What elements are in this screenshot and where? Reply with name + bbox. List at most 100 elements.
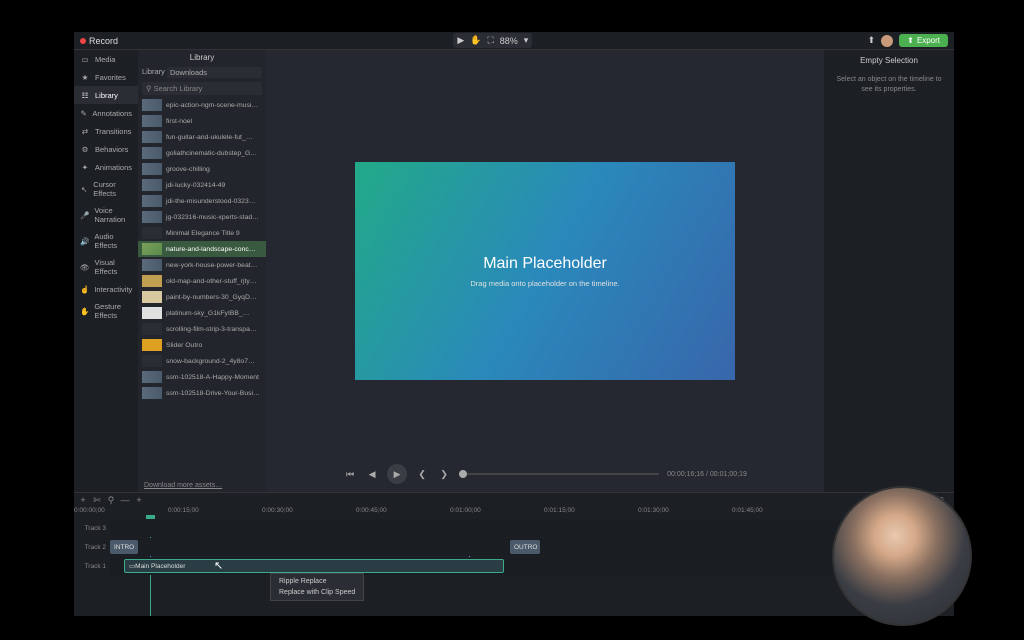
ruler-tick: 0:00:00;00 [74, 507, 105, 514]
list-item[interactable]: groove-chilling [138, 161, 266, 177]
list-item[interactable]: Slider Outro [138, 337, 266, 353]
prev-edge-button[interactable]: ⏮ [343, 467, 357, 481]
audio-icon: 🔊 [80, 236, 89, 246]
sidebar-item-favorites[interactable]: ★Favorites [74, 68, 138, 86]
list-item[interactable]: ssm-102518-Drive-Your-Busi… [138, 385, 266, 401]
step-fwd-button[interactable]: ❮ [415, 467, 429, 481]
video-thumb-icon [142, 227, 162, 239]
main-area: ▭Media ★Favorites ☷Library ✎Annotations … [74, 50, 954, 492]
behavior-icon: ⚙ [80, 144, 90, 154]
library-select-label: Library [142, 67, 165, 78]
clip-intro[interactable]: INTRO [110, 540, 138, 554]
clip-outro[interactable]: OUTRO [510, 540, 540, 554]
list-item[interactable]: first-noel [138, 113, 266, 129]
library-title: Library [138, 50, 266, 65]
waveform-thumb-icon [142, 179, 162, 191]
sidebar-item-media[interactable]: ▭Media [74, 50, 138, 68]
gesture-icon: ✋ [80, 306, 89, 316]
list-item[interactable]: jdi-lucky-032414-49 [138, 177, 266, 193]
image-thumb-icon [142, 323, 162, 335]
track-label[interactable]: Track 3 [74, 525, 110, 532]
track-lane[interactable]: INTRO OUTRO [110, 538, 954, 556]
list-item[interactable]: old-map-and-other-stuff_rjty… [138, 273, 266, 289]
timeline-ruler[interactable]: 0:00:00;00 0:00:15;00 0:00:30;00 0:00:45… [74, 507, 954, 519]
library-panel: Library Library Downloads ⚲ Search Libra… [138, 50, 266, 492]
sidebar-item-visual-effects[interactable]: 👁Visual Effects [74, 254, 138, 280]
sidebar-item-interactivity[interactable]: ☝Interactivity [74, 280, 138, 298]
list-item[interactable]: nature-and-landscape-conc… [138, 241, 266, 257]
track-label[interactable]: Track 2 [74, 544, 110, 551]
video-thumb-icon [142, 339, 162, 351]
zoom-slider[interactable]: — [120, 495, 130, 505]
list-item[interactable]: scrolling-film-strip-3-transpa… [138, 321, 266, 337]
track-lane[interactable] [110, 519, 954, 537]
record-dot-icon [80, 38, 86, 44]
pointer-tool-icon[interactable]: ▶ [457, 35, 464, 46]
list-item[interactable]: fun-guitar-and-ukulele-fut_… [138, 129, 266, 145]
list-item[interactable]: paint-by-numbers-30_GyqD… [138, 289, 266, 305]
properties-panel: Empty Selection Select an object on the … [824, 50, 954, 492]
add-track-button[interactable]: + [78, 495, 88, 505]
download-more-link[interactable]: Download more assets… [138, 479, 266, 492]
user-avatar[interactable] [881, 35, 893, 47]
timeline-toolbar: + ✄ ⚲ — + 0:00;15;15 [74, 493, 954, 507]
sidebar-item-animations[interactable]: ✦Animations [74, 158, 138, 176]
list-item[interactable]: epic-action-ngm-scene-musi… [138, 97, 266, 113]
mic-icon: 🎤 [80, 210, 89, 220]
track-lane[interactable]: ▭ Main Placeholder [110, 557, 954, 575]
step-back-button[interactable]: ◀ [365, 467, 379, 481]
chevron-down-icon[interactable]: ▾ [524, 35, 529, 46]
sidebar-item-behaviors[interactable]: ⚙Behaviors [74, 140, 138, 158]
list-item[interactable]: jdi-the-misunderstood-0323… [138, 193, 266, 209]
waveform-thumb-icon [142, 195, 162, 207]
next-edge-button[interactable]: ❯ [437, 467, 451, 481]
library-dropdown[interactable]: Downloads [167, 67, 262, 78]
ruler-tick: 0:01:15;00 [544, 507, 575, 514]
image-thumb-icon [142, 355, 162, 367]
toolbar-right: ⬆ ⬆ Export [868, 34, 948, 47]
hand-tool-icon[interactable]: ✋ [470, 35, 481, 46]
library-search-input[interactable]: ⚲ Search Library [142, 82, 262, 95]
preview-canvas[interactable]: Main Placeholder Drag media onto placeho… [355, 162, 735, 380]
sidebar-item-cursor-effects[interactable]: ↖Cursor Effects [74, 176, 138, 202]
clip-placeholder[interactable]: ▭ Main Placeholder [124, 559, 504, 573]
list-item[interactable]: ssm-102518-A-Happy-Moment [138, 369, 266, 385]
zoom-out-button[interactable]: ⚲ [106, 495, 116, 505]
record-label: Record [89, 36, 118, 46]
sidebar-item-gesture-effects[interactable]: ✋Gesture Effects [74, 298, 138, 324]
placeholder-title: Main Placeholder [483, 255, 607, 273]
play-button[interactable]: ▶ [387, 464, 407, 484]
timeline-tracks: ↖ Track 3 Track 2 INTRO OUTRO Track 1 ▭ … [74, 519, 954, 616]
list-item[interactable]: jg-032316-music-xperts-stad… [138, 209, 266, 225]
track-row: Track 2 INTRO OUTRO [74, 538, 954, 556]
media-icon: ▭ [80, 54, 90, 64]
sidebar-item-annotations[interactable]: ✎Annotations [74, 104, 138, 122]
cut-tool[interactable]: ✄ [92, 495, 102, 505]
sidebar-item-transitions[interactable]: ⇄Transitions [74, 122, 138, 140]
waveform-thumb-icon [142, 147, 162, 159]
waveform-thumb-icon [142, 163, 162, 175]
sidebar-item-voice-narration[interactable]: 🎤Voice Narration [74, 202, 138, 228]
list-item[interactable]: Minimal Elegance Title 9 [138, 225, 266, 241]
sidebar-item-audio-effects[interactable]: 🔊Audio Effects [74, 228, 138, 254]
ruler-tick: 0:01:00;00 [450, 507, 481, 514]
sidebar-item-library[interactable]: ☷Library [74, 86, 138, 104]
crop-tool-icon[interactable]: ⛶ [487, 35, 493, 46]
upload-icon[interactable]: ⬆ [868, 35, 876, 46]
track-label[interactable]: Track 1 [74, 563, 110, 570]
zoom-in-button[interactable]: + [134, 495, 144, 505]
scrubber-handle[interactable] [459, 470, 467, 478]
export-button[interactable]: ⬆ Export [899, 34, 948, 47]
playback-controls: ⏮ ◀ ▶ ❮ ❯ 00:00;16;16 / 00:01;00;19 [266, 460, 824, 488]
scrubber[interactable] [459, 473, 659, 475]
zoom-level[interactable]: 88% [500, 36, 518, 46]
menu-item-replace-clip-speed[interactable]: Replace with Clip Speed [271, 587, 363, 598]
canvas-area: Main Placeholder Drag media onto placeho… [266, 50, 824, 492]
list-item[interactable]: platinum-sky_G1kFyIBB_… [138, 305, 266, 321]
library-list[interactable]: epic-action-ngm-scene-musi… first-noel f… [138, 97, 266, 479]
record-button[interactable]: Record [80, 36, 118, 46]
list-item[interactable]: snow-background-2_4y8o7… [138, 353, 266, 369]
list-item[interactable]: new-york-house-power-beat… [138, 257, 266, 273]
list-item[interactable]: goliathcinematic-dubstep_G… [138, 145, 266, 161]
menu-item-ripple-replace[interactable]: Ripple Replace [271, 576, 363, 587]
